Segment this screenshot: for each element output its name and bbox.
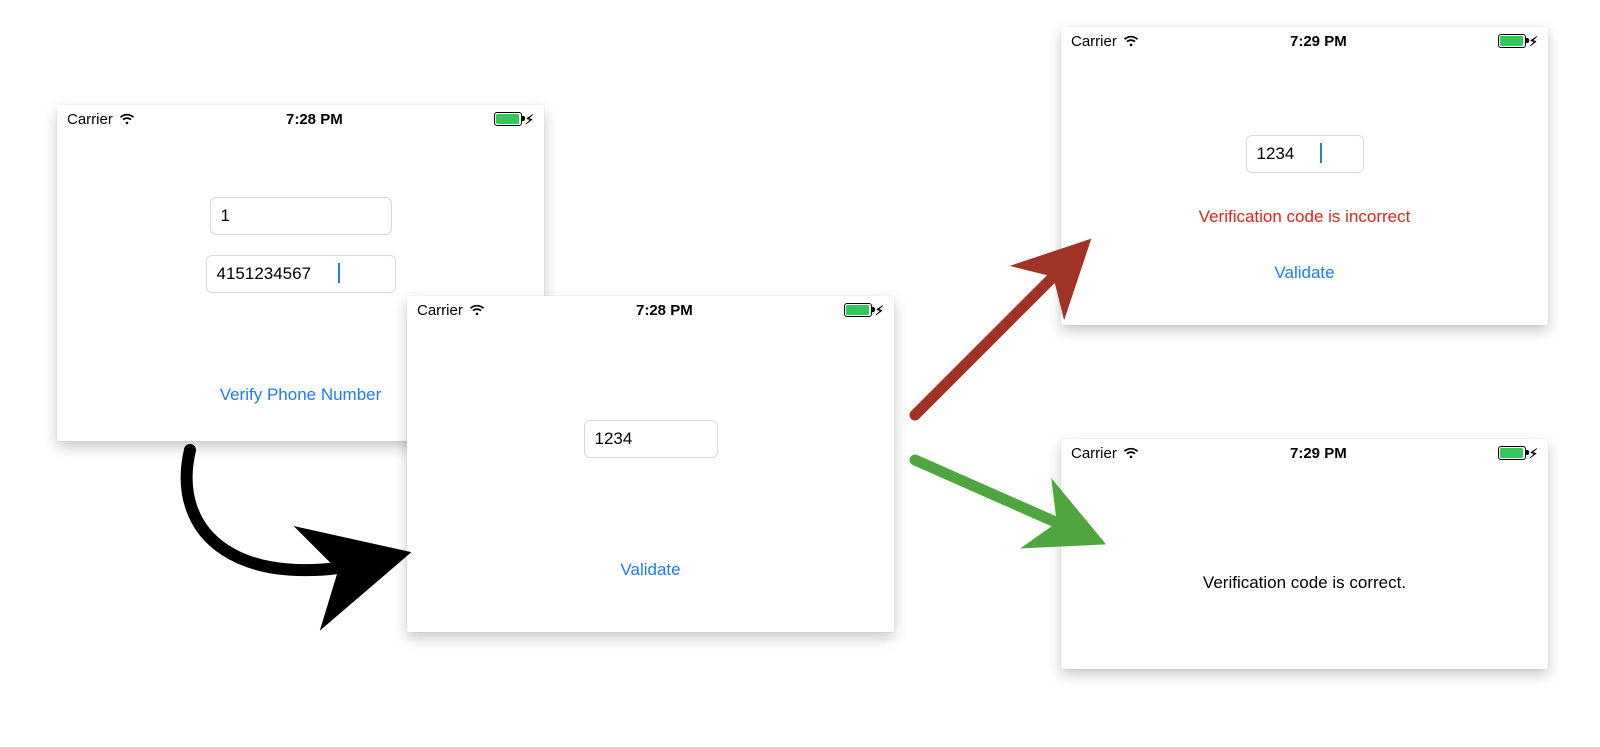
- wifi-icon: [1123, 447, 1139, 459]
- diagram-stage: Carrier 7:28 PM ⚡︎ Verify Phone Number: [0, 0, 1600, 747]
- battery-icon: [1498, 446, 1526, 460]
- battery-icon: [1498, 34, 1526, 48]
- screen-verification-error: Carrier 7:29 PM ⚡︎ Verification code is …: [1061, 27, 1548, 325]
- success-message: Verification code is correct.: [1203, 573, 1406, 593]
- carrier-label: Carrier: [417, 302, 463, 319]
- status-bar: Carrier 7:29 PM ⚡︎: [1061, 27, 1548, 55]
- status-bar: Carrier 7:29 PM ⚡︎: [1061, 439, 1548, 467]
- clock-label: 7:29 PM: [1290, 445, 1347, 462]
- battery-icon: [844, 303, 872, 317]
- text-cursor: [1320, 143, 1322, 163]
- screen-code-entry: Carrier 7:28 PM ⚡︎ Validate: [407, 296, 894, 632]
- validate-button[interactable]: Validate: [1262, 257, 1346, 289]
- charging-icon: ⚡︎: [1529, 35, 1538, 48]
- carrier-label: Carrier: [1071, 33, 1117, 50]
- wifi-icon: [119, 113, 135, 125]
- battery-icon: [494, 112, 522, 126]
- verification-code-input[interactable]: [1246, 135, 1364, 173]
- verification-code-input[interactable]: [584, 420, 718, 458]
- verify-phone-button[interactable]: Verify Phone Number: [208, 379, 394, 411]
- text-cursor: [338, 263, 340, 283]
- flow-arrow-error: [905, 225, 1105, 425]
- screen-verification-success: Carrier 7:29 PM ⚡︎ Verification code is …: [1061, 439, 1548, 669]
- country-code-input[interactable]: [210, 197, 392, 235]
- clock-label: 7:28 PM: [286, 111, 343, 128]
- error-message: Verification code is incorrect: [1199, 207, 1411, 227]
- flow-arrow-step1: [150, 440, 410, 610]
- status-bar: Carrier 7:28 PM ⚡︎: [407, 296, 894, 324]
- validate-button[interactable]: Validate: [608, 554, 692, 586]
- charging-icon: ⚡︎: [875, 304, 884, 317]
- flow-arrow-success: [905, 440, 1115, 570]
- phone-number-input[interactable]: [206, 255, 396, 293]
- carrier-label: Carrier: [67, 111, 113, 128]
- wifi-icon: [1123, 35, 1139, 47]
- wifi-icon: [469, 304, 485, 316]
- status-bar: Carrier 7:28 PM ⚡︎: [57, 105, 544, 133]
- charging-icon: ⚡︎: [525, 113, 534, 126]
- clock-label: 7:29 PM: [1290, 33, 1347, 50]
- clock-label: 7:28 PM: [636, 302, 693, 319]
- charging-icon: ⚡︎: [1529, 447, 1538, 460]
